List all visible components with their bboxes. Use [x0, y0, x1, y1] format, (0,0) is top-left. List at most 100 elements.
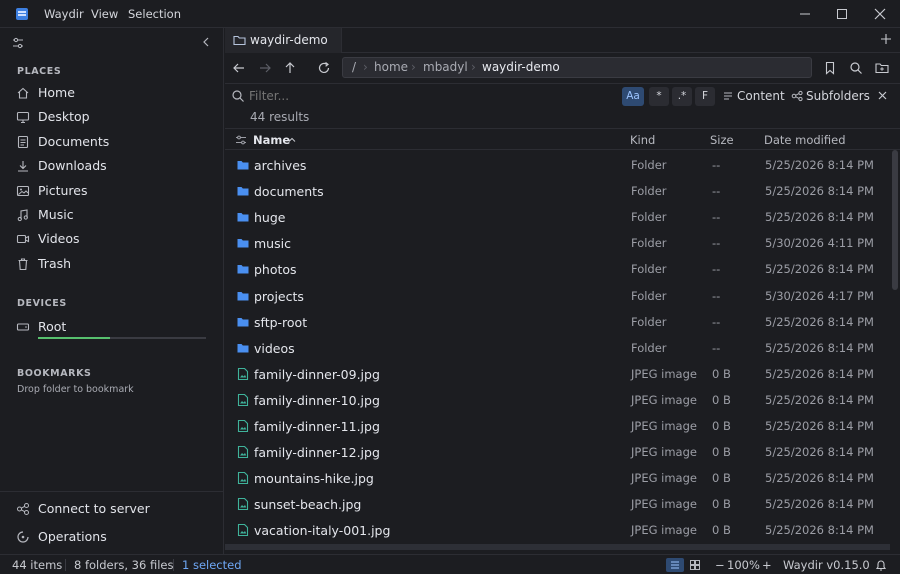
- file-date: 5/25/2026 8:14 PM: [765, 392, 874, 407]
- sidebar-item-pictures[interactable]: Pictures: [10, 179, 216, 203]
- sidebar-item-trash[interactable]: Trash: [10, 252, 216, 276]
- folder-tab-icon: [233, 35, 246, 46]
- file-row[interactable]: vacation-italy-001.jpg JPEG image 0 B 5/25/…: [225, 517, 890, 543]
- column-date[interactable]: Date modified: [764, 133, 846, 147]
- connect-to-server-button[interactable]: Connect to server: [10, 497, 216, 521]
- subfolders-icon: [791, 90, 803, 102]
- device-root[interactable]: Root: [10, 315, 216, 339]
- file-row[interactable]: mountains-hike.jpg JPEG image 0 B 5/25/2026…: [225, 465, 890, 491]
- image-file-icon: [237, 367, 249, 380]
- file-row[interactable]: family-dinner-12.jpg JPEG image 0 B 5/25/20…: [225, 439, 890, 465]
- devices-header: DEVICES: [17, 298, 67, 309]
- tab-waydir-demo[interactable]: waydir-demo: [225, 28, 342, 53]
- new-folder-button[interactable]: [874, 60, 890, 76]
- folder-row[interactable]: sftp-root Folder -- 5/25/2026 8:14 PM: [225, 309, 890, 335]
- column-size[interactable]: Size: [710, 133, 734, 147]
- forward-button[interactable]: [257, 60, 273, 76]
- search-button[interactable]: [848, 60, 864, 76]
- menu-view[interactable]: View: [91, 7, 118, 21]
- back-button[interactable]: [231, 60, 247, 76]
- menu-selection[interactable]: Selection: [128, 7, 181, 21]
- column-name[interactable]: Name: [253, 133, 290, 147]
- image-file-icon: [237, 498, 249, 511]
- wildcard-toggle[interactable]: *: [649, 87, 669, 106]
- zoom-in-button[interactable]: +: [762, 558, 772, 572]
- device-usage-bar: [38, 337, 206, 339]
- file-name: vacation-italy-002.jpg: [254, 550, 390, 551]
- file-date: 5/25/2026 8:14 PM: [765, 184, 874, 199]
- up-button[interactable]: [282, 60, 298, 76]
- videos-icon: [16, 235, 30, 244]
- refresh-button[interactable]: [316, 60, 332, 76]
- notifications-button[interactable]: [874, 558, 888, 572]
- path-separator: ›: [411, 60, 416, 74]
- sidebar-item-music[interactable]: Music: [10, 203, 216, 227]
- sidebar-item-label: Music: [38, 207, 74, 222]
- sidebar-item-videos[interactable]: Videos: [10, 227, 216, 251]
- file-name: mountains-hike.jpg: [254, 471, 374, 487]
- path-segment-home[interactable]: home: [374, 60, 408, 74]
- list-view-button[interactable]: [666, 558, 684, 572]
- fuzzy-toggle[interactable]: F: [695, 87, 715, 106]
- file-size: 0 B: [712, 419, 731, 433]
- sidebar-settings-button[interactable]: [11, 36, 25, 50]
- file-size: --: [712, 158, 721, 172]
- sidebar-item-home[interactable]: Home: [10, 81, 216, 105]
- path-bar[interactable]: / › home › mbadyl › waydir-demo: [342, 57, 812, 78]
- file-size: --: [712, 314, 721, 329]
- sidebar-item-documents[interactable]: Documents: [10, 130, 216, 154]
- file-row[interactable]: family-dinner-10.jpg JPEG image 0 B 5/25/20…: [225, 387, 890, 413]
- folder-row[interactable]: huge Folder -- 5/25/2026 8:14 PM: [225, 204, 890, 230]
- column-options-icon[interactable]: [235, 134, 247, 146]
- path-segment-current[interactable]: waydir-demo: [482, 60, 560, 74]
- file-date: 5/25/2026 8:14 PM: [765, 523, 874, 538]
- sidebar-item-desktop[interactable]: Desktop: [10, 105, 216, 129]
- close-button[interactable]: [869, 4, 891, 24]
- match-case-toggle[interactable]: Aa: [622, 87, 644, 106]
- file-kind: JPEG image: [631, 523, 697, 538]
- folder-row[interactable]: music Folder -- 5/30/2026 4:11 PM: [225, 230, 890, 256]
- folder-row[interactable]: projects Folder -- 5/30/2026 4:17 PM: [225, 283, 890, 309]
- folder-icon: [237, 317, 249, 327]
- path-segment-mbadyl[interactable]: mbadyl: [423, 60, 468, 74]
- path-root[interactable]: /: [352, 60, 356, 74]
- new-tab-button[interactable]: [879, 32, 893, 46]
- maximize-icon: [837, 9, 847, 19]
- file-row[interactable]: sunset-beach.jpg JPEG image 0 B 5/25/2026 8…: [225, 491, 890, 517]
- file-name: documents: [254, 184, 324, 200]
- regex-toggle[interactable]: .*: [672, 87, 692, 106]
- close-filter-button[interactable]: [876, 89, 889, 102]
- file-name: sftp-root: [254, 314, 308, 330]
- tab-label: waydir-demo: [250, 33, 328, 47]
- file-row[interactable]: family-dinner-11.jpg JPEG image 0 B 5/25/20…: [225, 413, 890, 439]
- minimize-button[interactable]: [794, 4, 816, 24]
- folder-icon: [237, 161, 249, 170]
- folder-row[interactable]: photos Folder -- 5/25/2026 8:14 PM: [225, 256, 890, 282]
- file-row[interactable]: family-dinner-09.jpg JPEG image 0 B 5/25/20…: [225, 361, 890, 387]
- menu-waydir[interactable]: Waydir: [44, 7, 84, 21]
- sidebar-item-label: Home: [38, 85, 75, 100]
- maximize-button[interactable]: [831, 4, 853, 24]
- folder-row[interactable]: documents Folder -- 5/25/2026 8:14 PM: [225, 178, 890, 204]
- file-kind: JPEG image: [631, 392, 697, 407]
- content-icon: [724, 92, 732, 100]
- column-kind[interactable]: Kind: [630, 133, 655, 147]
- file-row[interactable]: vacation-italy-002.jpg JPEG image 0 B 5/25/…: [225, 543, 890, 551]
- file-date: 5/25/2026 8:14 PM: [765, 419, 874, 433]
- folder-icon: [237, 265, 249, 274]
- bookmark-button[interactable]: [822, 60, 838, 76]
- grid-view-button[interactable]: [686, 558, 704, 572]
- operations-button[interactable]: Operations: [10, 525, 216, 549]
- collapse-sidebar-button[interactable]: [199, 35, 213, 49]
- sidebar-item-label: Desktop: [38, 109, 90, 125]
- app-logo-icon: [16, 8, 28, 20]
- file-size: --: [712, 340, 721, 355]
- column-header: Name Kind Size Date modified: [225, 128, 900, 150]
- scrollbar-thumb[interactable]: [892, 150, 898, 290]
- zoom-out-button[interactable]: −: [715, 558, 725, 572]
- sidebar-item-label: Downloads: [38, 158, 107, 174]
- sidebar-item-downloads[interactable]: Downloads: [10, 154, 216, 178]
- folder-row[interactable]: archives Folder -- 5/25/2026 8:14 PM: [225, 152, 890, 178]
- folder-row[interactable]: videos Folder -- 5/25/2026 8:14 PM: [225, 335, 890, 361]
- filter-input[interactable]: [249, 87, 609, 105]
